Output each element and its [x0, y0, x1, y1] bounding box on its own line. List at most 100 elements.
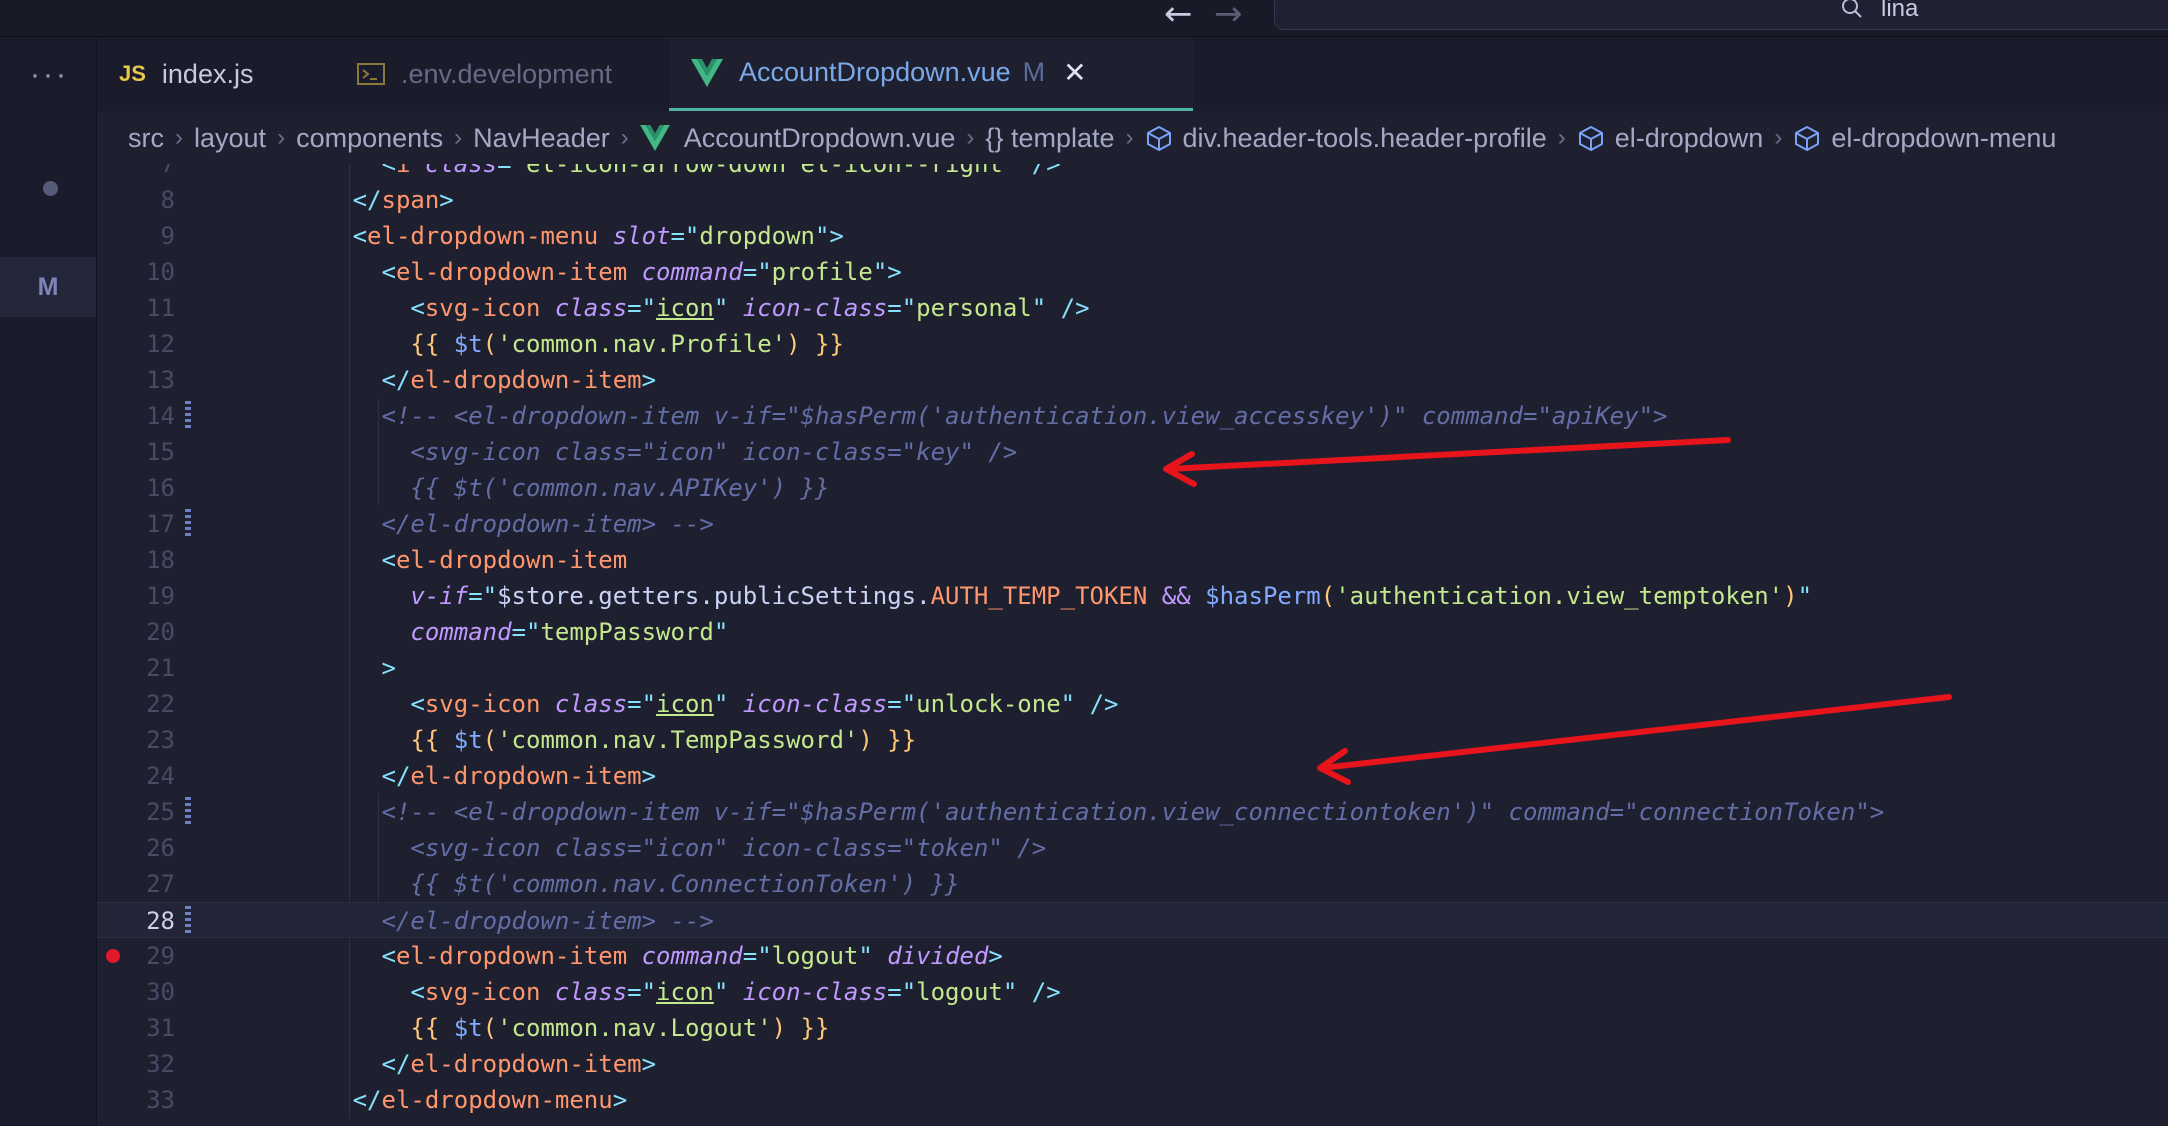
search-icon [1842, 0, 1862, 18]
close-icon[interactable]: ✕ [1063, 56, 1086, 89]
line-number[interactable]: 9 [97, 218, 175, 254]
line-number[interactable]: 14 [97, 398, 175, 434]
code-line[interactable]: 13 </el-dropdown-item> [97, 362, 2168, 398]
code-token: <!-- <el-dropdown-item v-if="$hasPerm('a… [381, 402, 1668, 430]
code-editor[interactable]: 7 <i class="el-icon-arrow-down el-icon--r… [97, 164, 2168, 1126]
code-line[interactable]: 27 {{ $t('common.nav.ConnectionToken') }} [97, 866, 2168, 902]
code-token: profile [771, 258, 873, 286]
code-token: 'common.nav.Profile' [497, 330, 787, 358]
code-line[interactable]: 21 > [97, 650, 2168, 686]
line-number[interactable]: 13 [97, 362, 175, 398]
gutter-change-marker[interactable] [185, 401, 191, 431]
tab-account-dropdown-vue[interactable]: AccountDropdown.vue M ✕ [669, 37, 1193, 111]
code-line[interactable]: 19 v-if="$store.getters.publicSettings.AU… [97, 578, 2168, 614]
unsaved-dot-icon [43, 181, 58, 196]
line-number[interactable]: 17 [97, 506, 175, 542]
line-number[interactable]: 30 [97, 974, 175, 1010]
code-line[interactable]: 16 {{ $t('common.nav.APIKey') }} [97, 470, 2168, 506]
code-token: /> [1060, 294, 1090, 322]
code-token: $t [453, 726, 483, 754]
code-line[interactable]: 29 <el-dropdown-item command="logout" div… [97, 938, 2168, 974]
breadcrumb-item-div[interactable]: div.header-tools.header-profile [1183, 123, 1547, 154]
code-token: dropdown [699, 222, 815, 250]
gutter-change-marker[interactable] [185, 797, 191, 827]
code-line[interactable]: 31 {{ $t('common.nav.Logout') }} [97, 1010, 2168, 1046]
code-line[interactable]: 20 command="tempPassword" [97, 614, 2168, 650]
arrow-right-icon[interactable]: → [1214, 0, 1243, 34]
line-number[interactable]: 24 [97, 758, 175, 794]
line-number[interactable]: 28 [97, 903, 175, 939]
code-token: $t [453, 1014, 483, 1042]
code-token: </ [352, 1086, 382, 1114]
code-line[interactable]: 24 </el-dropdown-item> [97, 758, 2168, 794]
arrow-left-icon[interactable]: ← [1164, 0, 1193, 34]
code-line[interactable]: 32 </el-dropdown-item> [97, 1046, 2168, 1082]
tab-index-js[interactable]: JS index.js [119, 37, 253, 111]
line-number[interactable]: 27 [97, 866, 175, 902]
code-line[interactable]: 25 <!-- <el-dropdown-item v-if="$hasPerm(… [97, 794, 2168, 830]
line-number[interactable]: 11 [97, 290, 175, 326]
breadcrumb-item-components[interactable]: components [296, 123, 443, 154]
terminal-icon [357, 63, 385, 85]
line-number[interactable]: 32 [97, 1046, 175, 1082]
code-line[interactable]: 7 <i class="el-icon-arrow-down el-icon--r… [97, 164, 2168, 182]
code-line[interactable]: 17 </el-dropdown-item> --> [97, 506, 2168, 542]
code-token: > [612, 1086, 628, 1114]
line-number[interactable]: 25 [97, 794, 175, 830]
code-line[interactable]: 8 </span> [97, 182, 2168, 218]
code-token: > [641, 762, 657, 790]
code-line[interactable]: 10 <el-dropdown-item command="profile"> [97, 254, 2168, 290]
line-number[interactable]: 15 [97, 434, 175, 470]
more-icon[interactable]: ··· [30, 60, 69, 90]
breadcrumb-item-el-dropdown[interactable]: el-dropdown [1615, 123, 1764, 154]
code-line[interactable]: 28 </el-dropdown-item> --> [97, 902, 2168, 938]
line-number[interactable]: 10 [97, 254, 175, 290]
code-line[interactable]: 14 <!-- <el-dropdown-item v-if="$hasPerm(… [97, 398, 2168, 434]
breadcrumb-item-src[interactable]: src [128, 123, 164, 154]
line-number[interactable]: 22 [97, 686, 175, 722]
line-number[interactable]: 12 [97, 326, 175, 362]
code-line[interactable]: 22 <svg-icon class="icon" icon-class="unl… [97, 686, 2168, 722]
line-number[interactable]: 26 [97, 830, 175, 866]
code-token: " [713, 294, 729, 322]
line-number[interactable]: 19 [97, 578, 175, 614]
line-number[interactable]: 20 [97, 614, 175, 650]
code-line[interactable]: 33 </el-dropdown-menu> [97, 1082, 2168, 1118]
vue-icon [639, 125, 670, 151]
breadcrumb-item-navheader[interactable]: NavHeader [473, 123, 610, 154]
line-number[interactable]: 21 [97, 650, 175, 686]
breakpoint-icon[interactable] [106, 949, 120, 963]
code-token: class [424, 164, 498, 178]
command-center-search[interactable]: lina [1274, 0, 2168, 30]
code-line[interactable]: 30 <svg-icon class="icon" icon-class="log… [97, 974, 2168, 1010]
code-line[interactable]: 12 {{ $t('common.nav.Profile') }} [97, 326, 2168, 362]
line-number[interactable]: 7 [97, 164, 175, 182]
gutter-change-marker[interactable] [185, 906, 191, 936]
code-token: $t [453, 330, 483, 358]
line-number[interactable]: 23 [97, 722, 175, 758]
line-number[interactable]: 33 [97, 1082, 175, 1118]
code-line[interactable]: 15 <svg-icon class="icon" icon-class="key… [97, 434, 2168, 470]
code-token: command [641, 942, 743, 970]
breadcrumb-item-el-dropdown-menu[interactable]: el-dropdown-menu [1831, 123, 2056, 154]
line-number[interactable]: 16 [97, 470, 175, 506]
code-token: </el-dropdown-item> --> [381, 907, 714, 935]
code-line[interactable]: 11 <svg-icon class="icon" icon-class="per… [97, 290, 2168, 326]
breadcrumb-item-file[interactable]: AccountDropdown.vue [684, 123, 956, 154]
tab-env-development[interactable]: .env.development [357, 37, 612, 111]
source-control-item[interactable]: M [0, 257, 96, 317]
code-line[interactable]: 26 <svg-icon class="icon" icon-class="tok… [97, 830, 2168, 866]
code-token: > [641, 1050, 657, 1078]
code-line[interactable]: 23 {{ $t('common.nav.TempPassword') }} [97, 722, 2168, 758]
line-number[interactable]: 8 [97, 182, 175, 218]
breadcrumb-item-template[interactable]: {} template [985, 123, 1114, 154]
code-line[interactable]: 9 <el-dropdown-menu slot="dropdown"> [97, 218, 2168, 254]
tab-label: index.js [161, 58, 254, 89]
code-line[interactable]: 18 <el-dropdown-item [97, 542, 2168, 578]
breadcrumb-item-layout[interactable]: layout [194, 123, 266, 154]
gutter-change-marker[interactable] [185, 509, 191, 539]
chevron-right-icon: › [1125, 124, 1134, 151]
line-number[interactable]: 18 [97, 542, 175, 578]
line-number[interactable]: 31 [97, 1010, 175, 1046]
